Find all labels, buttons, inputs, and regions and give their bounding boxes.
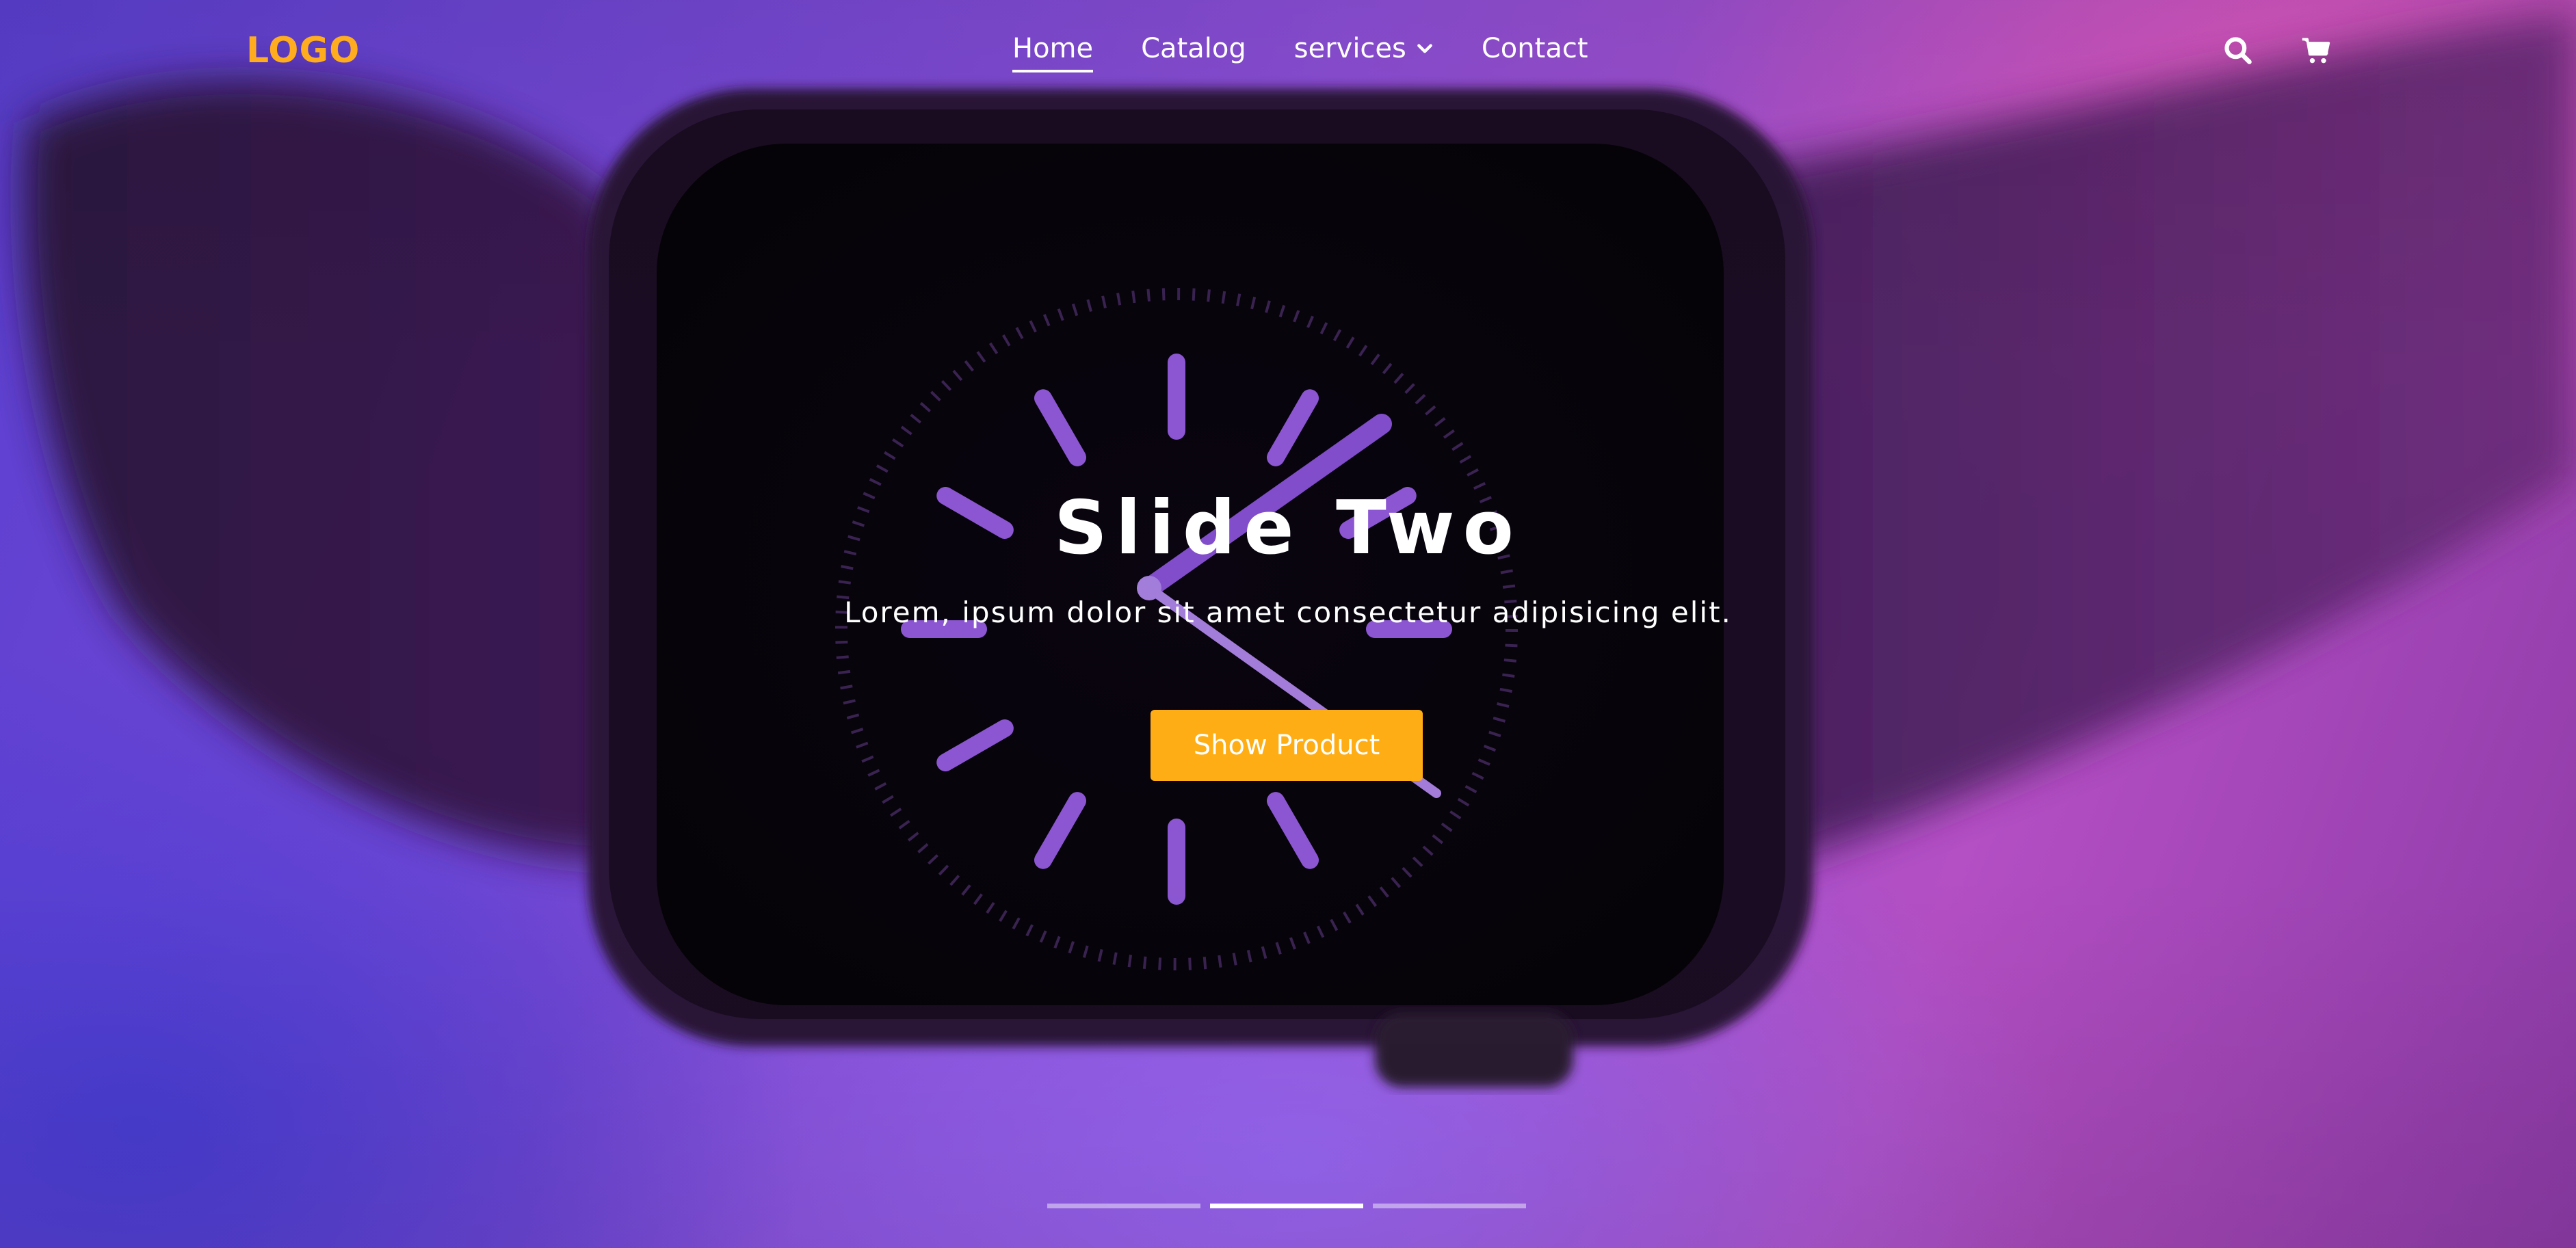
slider-indicators (1047, 1204, 1526, 1208)
nav-item-label: Contact (1481, 33, 1588, 64)
nav-item-catalog[interactable]: Catalog (1141, 33, 1246, 70)
nav-item-home[interactable]: Home (1012, 33, 1094, 72)
nav-item-label: Home (1012, 33, 1094, 64)
logo[interactable]: LOGO (246, 30, 360, 71)
slide-indicator-2[interactable] (1210, 1204, 1363, 1208)
slide-subtitle: Lorem, ipsum dolor sit amet consectetur … (844, 596, 1732, 629)
nav-item-services[interactable]: services (1294, 33, 1434, 70)
nav-menu: Home Catalog services Contact (1012, 33, 1588, 72)
show-product-button[interactable]: Show Product (1151, 710, 1423, 781)
slide-title: Slide Two (1054, 486, 1522, 571)
slide-indicator-3[interactable] (1373, 1204, 1526, 1208)
nav-item-contact[interactable]: Contact (1482, 33, 1588, 70)
nav-actions (2223, 36, 2331, 66)
slide-caption: Slide Two Lorem, ipsum dolor sit amet co… (0, 486, 2576, 629)
cart-icon[interactable] (2301, 36, 2331, 66)
chevron-down-icon (1417, 44, 1432, 53)
nav-item-label: Catalog (1141, 33, 1246, 64)
navbar: LOGO Home Catalog services Contact (0, 0, 2576, 103)
slide-indicator-1[interactable] (1047, 1204, 1200, 1208)
search-icon[interactable] (2223, 36, 2253, 66)
nav-item-label: services (1293, 33, 1406, 64)
hero-slider: LOGO Home Catalog services Contact Slide… (0, 0, 2576, 1248)
